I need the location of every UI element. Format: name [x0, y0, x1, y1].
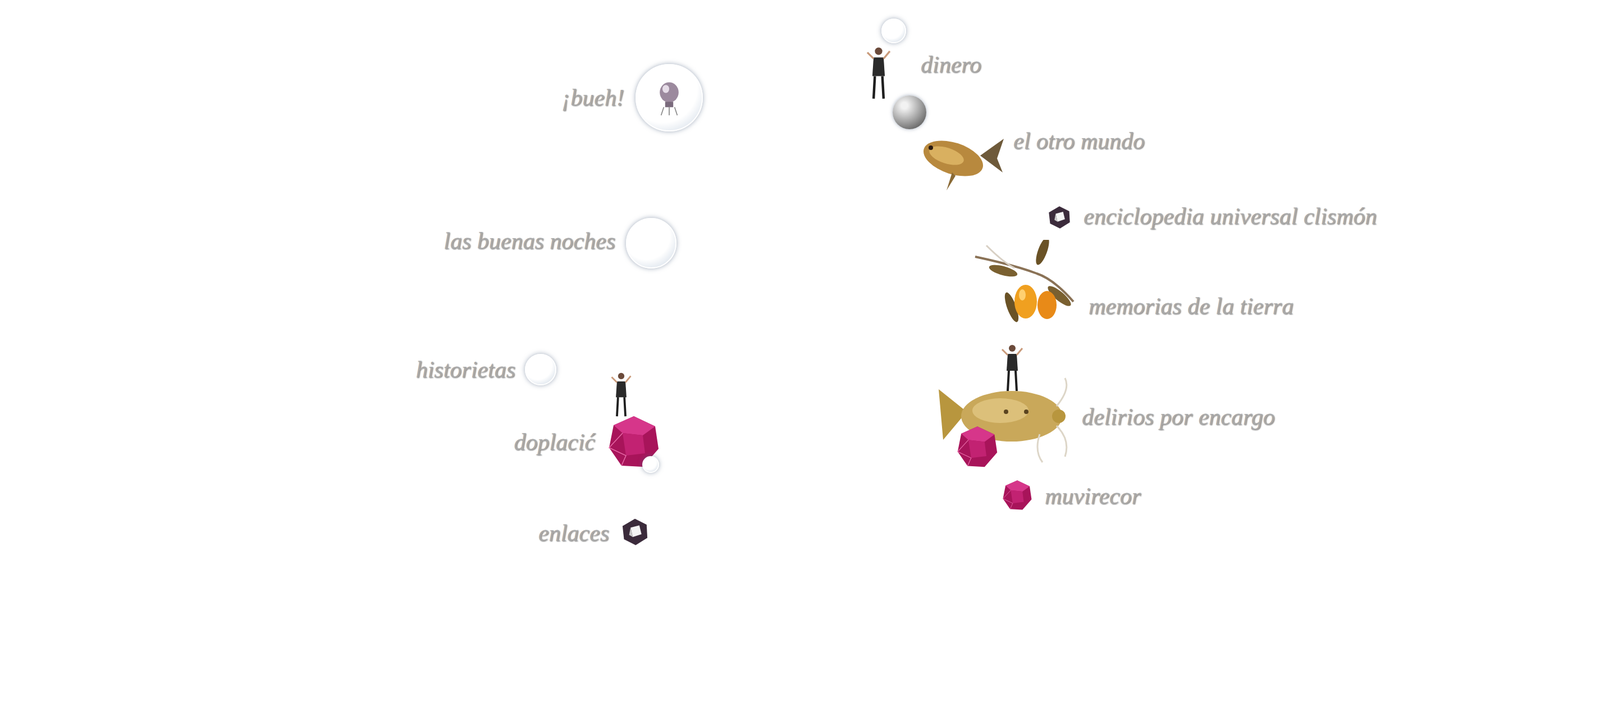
- magenta-gem-icon: [954, 424, 1000, 470]
- menu-item-label[interactable]: muvirecor: [1044, 481, 1141, 510]
- fish-icon: [918, 127, 1006, 194]
- menu-canvas: dinero ¡bueh! el otro mundo enciclopedia un…: [0, 0, 1600, 728]
- menu-item-label[interactable]: doplacić: [513, 427, 596, 456]
- magenta-gem-icon: [1000, 478, 1034, 512]
- doplacic-icon-group[interactable]: [605, 370, 668, 475]
- dinero-icon-group[interactable]: [858, 16, 921, 132]
- menu-item-label[interactable]: delirios por encargo: [1081, 402, 1275, 431]
- dark-gem-icon: [1047, 204, 1072, 230]
- menu-item-label[interactable]: enciclopedia universal clismón: [1083, 202, 1378, 231]
- fruit-branch-icon: [969, 239, 1077, 337]
- lightbulb-icon: [648, 77, 690, 118]
- silver-ball-icon: [892, 95, 927, 130]
- menu-item-label[interactable]: memorias de la tierra: [1088, 291, 1294, 320]
- menu-item-label[interactable]: dinero: [920, 50, 982, 79]
- bubble-icon: [524, 353, 557, 386]
- bubble-icon: [642, 455, 660, 473]
- menu-item-label[interactable]: las buenas noches: [443, 226, 616, 255]
- person-figure-icon: [1000, 342, 1024, 393]
- delirios-icon-group[interactable]: [938, 342, 1074, 472]
- menu-item-label[interactable]: ¡bueh!: [561, 83, 625, 112]
- person-figure-icon: [608, 370, 634, 419]
- bubble-icon: [625, 217, 677, 269]
- bulb-bubble-icon[interactable]: [635, 64, 703, 132]
- dark-gem-icon: [620, 517, 650, 547]
- menu-item-label[interactable]: enlaces: [538, 518, 610, 547]
- person-figure-icon: [861, 44, 896, 102]
- menu-item-label[interactable]: el otro mundo: [1013, 126, 1145, 155]
- menu-item-label[interactable]: historietas: [416, 355, 516, 384]
- bubble-icon: [881, 18, 907, 44]
